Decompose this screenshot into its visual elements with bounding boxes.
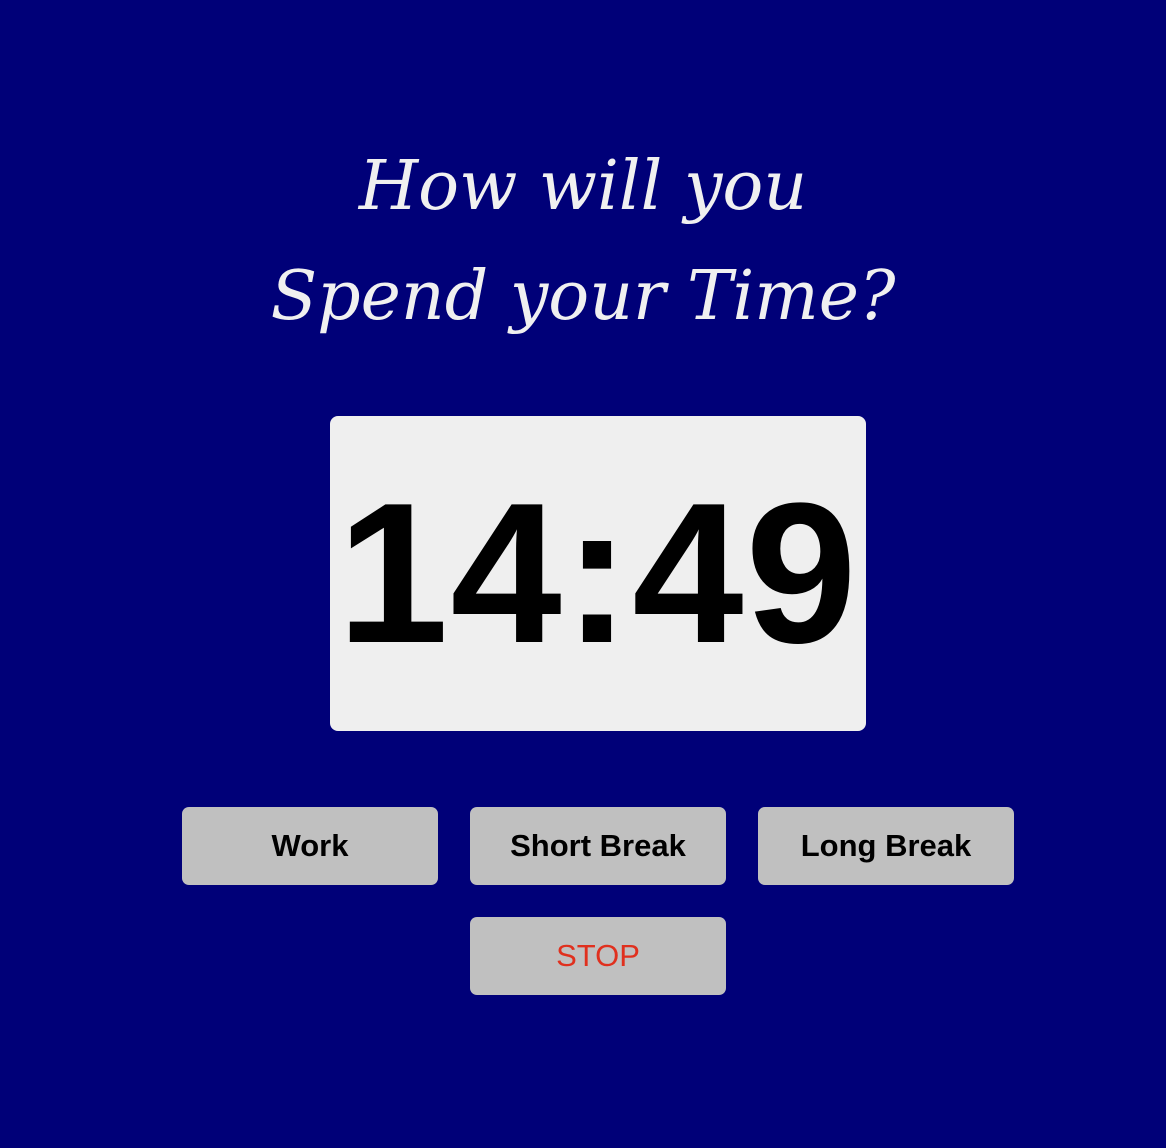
work-button[interactable]: Work — [182, 807, 438, 885]
heading-line-1: How will you — [358, 147, 808, 226]
short-break-button[interactable]: Short Break — [470, 807, 726, 885]
long-break-button[interactable]: Long Break — [758, 807, 1014, 885]
timer-display-box: 14:49 — [330, 416, 866, 731]
page-heading: How will you Spend your Time? — [0, 132, 1166, 352]
heading-line-2: Spend your Time? — [270, 257, 896, 336]
timer-countdown: 14:49 — [337, 461, 859, 685]
stop-button[interactable]: STOP — [470, 917, 726, 995]
